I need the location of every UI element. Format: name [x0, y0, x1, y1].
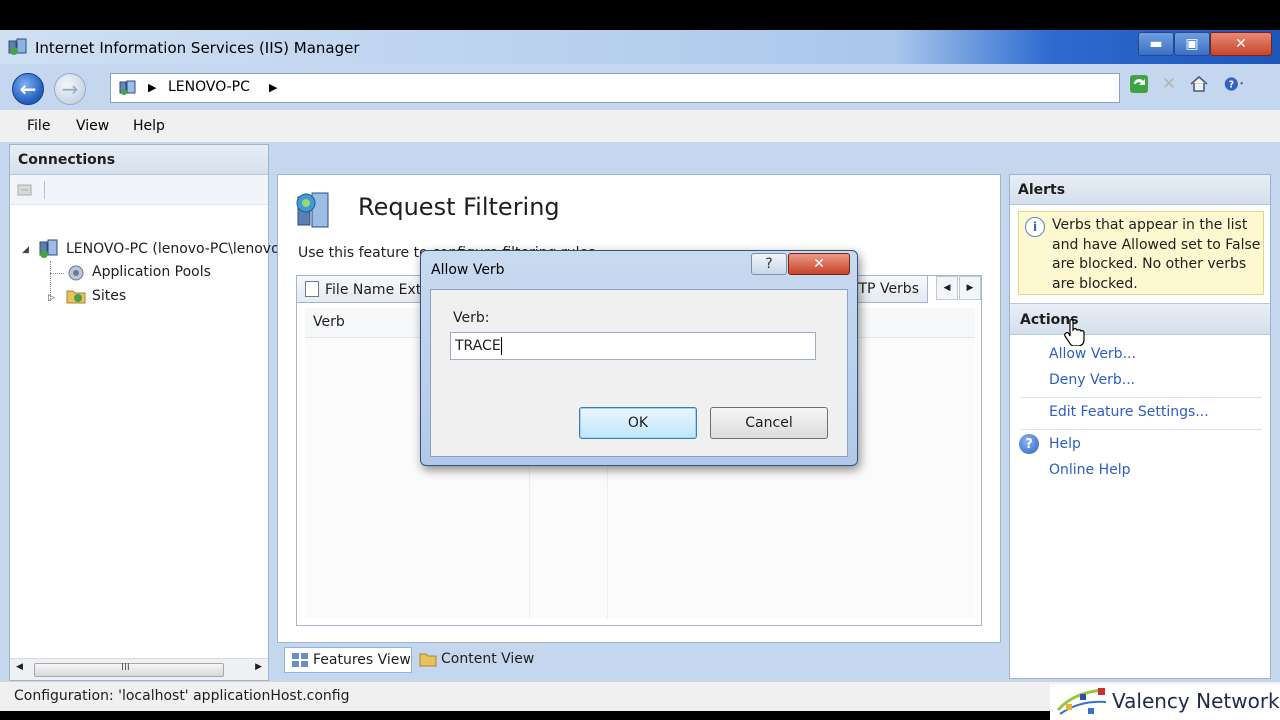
- horizontal-scrollbar[interactable]: ◀ III ▶: [10, 658, 268, 680]
- actions-separator: [1020, 429, 1262, 430]
- ok-button[interactable]: OK: [579, 407, 697, 439]
- verb-input[interactable]: [450, 332, 816, 360]
- back-button[interactable]: ←: [12, 73, 44, 105]
- help-dropdown-icon[interactable]: ?: [1224, 73, 1246, 95]
- tree-item-sites[interactable]: Sites: [92, 288, 126, 304]
- menu-bar: File View Help: [0, 110, 1280, 142]
- close-window-button[interactable]: ✕: [1210, 32, 1272, 56]
- help-icon: ?: [1019, 434, 1039, 454]
- info-icon: i: [1025, 217, 1045, 237]
- text-caret: [501, 337, 502, 355]
- server-icon: [119, 80, 136, 95]
- alerts-title: Alerts: [1010, 175, 1270, 205]
- edit-feature-settings-link[interactable]: Edit Feature Settings...: [1049, 404, 1209, 420]
- iis-app-icon: [8, 38, 27, 55]
- tree-item-server[interactable]: LENOVO-PC (lenovo-PC\lenovo): [66, 241, 285, 257]
- screen: Internet Information Services (IIS) Mana…: [0, 0, 1280, 720]
- tree-line: [50, 273, 64, 274]
- arrow-left-icon: ←: [19, 77, 37, 101]
- tab-scroll-left-icon[interactable]: ◀: [936, 276, 958, 300]
- alert-message: Verbs that appear in the list and have A…: [1052, 217, 1261, 292]
- toolbar-separator: [44, 181, 45, 199]
- dialog-body: Verb: OK Cancel: [430, 289, 848, 457]
- cancel-button[interactable]: Cancel: [710, 407, 828, 439]
- content-view-icon: [419, 653, 437, 667]
- sites-folder-icon: [66, 290, 86, 304]
- help-link[interactable]: Help: [1049, 436, 1081, 452]
- watermark-logo: Valency Networks: [1050, 684, 1280, 720]
- status-text: Configuration: 'localhost' applicationHo…: [14, 688, 350, 704]
- title-bar[interactable]: Internet Information Services (IIS) Mana…: [0, 30, 1280, 64]
- arrow-right-icon: →: [61, 77, 79, 101]
- actions-panel: Alerts i Verbs that appear in the list a…: [1009, 174, 1271, 679]
- application-pools-icon: [68, 265, 84, 281]
- valency-networks-logo: [1056, 688, 1107, 715]
- home-icon[interactable]: [1188, 73, 1210, 95]
- connections-panel: Connections ◢ LENOVO-PC (lenovo-PC\lenov…: [9, 144, 285, 681]
- menu-file[interactable]: File: [27, 118, 50, 134]
- dialog-title: Allow Verb: [431, 262, 505, 278]
- actions-separator: [1020, 397, 1262, 398]
- view-switcher: Features View Content View: [277, 644, 1001, 678]
- stop-icon[interactable]: ✕: [1158, 73, 1180, 95]
- address-bar[interactable]: ▶ LENOVO-PC ▶: [110, 73, 1120, 103]
- verb-label: Verb:: [453, 310, 490, 326]
- file-icon: [305, 281, 319, 297]
- hand-cursor-icon: [1064, 319, 1085, 346]
- column-header-verb[interactable]: Verb: [313, 314, 345, 330]
- iis-manager-window: Internet Information Services (IIS) Mana…: [0, 30, 1280, 711]
- refresh-icon[interactable]: [1128, 73, 1150, 95]
- scrollbar-thumb[interactable]: III: [34, 662, 224, 677]
- breadcrumb-server[interactable]: LENOVO-PC: [168, 79, 250, 95]
- dialog-help-button[interactable]: ?: [751, 253, 787, 275]
- breadcrumb-arrow-icon[interactable]: ▶: [269, 81, 277, 94]
- dialog-close-button[interactable]: ✕: [788, 253, 850, 275]
- online-help-link[interactable]: Online Help: [1049, 462, 1131, 478]
- window-title: Internet Information Services (IIS) Mana…: [35, 39, 360, 57]
- deny-verb-link[interactable]: Deny Verb...: [1049, 372, 1135, 388]
- alert-box: i Verbs that appear in the list and have…: [1018, 211, 1264, 295]
- scroll-right-icon[interactable]: ▶: [255, 662, 262, 672]
- allow-verb-link[interactable]: Allow Verb...: [1049, 346, 1136, 362]
- tree-item-application-pools[interactable]: Application Pools: [92, 264, 211, 280]
- content-view-button[interactable]: Content View: [413, 647, 543, 673]
- view-label: Content View: [441, 651, 535, 667]
- actions-title: Actions: [1010, 303, 1270, 335]
- connections-title: Connections: [10, 145, 268, 175]
- server-icon: [39, 239, 58, 258]
- forward-button[interactable]: →: [54, 73, 86, 105]
- navigation-bar: ← → ▶ LENOVO-PC ▶: [0, 64, 1280, 110]
- features-view-button[interactable]: Features View: [284, 647, 412, 673]
- expand-icon[interactable]: ▷: [48, 293, 55, 303]
- breadcrumb-arrow-icon[interactable]: ▶: [148, 81, 156, 94]
- view-label: Features View: [313, 652, 411, 668]
- allow-verb-dialog: Allow Verb ? ✕ Verb: OK Cancel: [420, 250, 858, 466]
- scrollbar-grip: III: [121, 662, 130, 673]
- request-filtering-icon: [296, 192, 329, 228]
- minimize-button[interactable]: ▬: [1138, 32, 1174, 56]
- connect-icon[interactable]: [16, 181, 34, 199]
- tab-scroll-right-icon[interactable]: ▶: [959, 276, 981, 300]
- menu-view[interactable]: View: [76, 118, 109, 134]
- connections-toolbar: [10, 175, 268, 205]
- scroll-left-icon[interactable]: ◀: [16, 662, 23, 672]
- maximize-button[interactable]: ▣: [1174, 32, 1210, 56]
- svg-text:?: ?: [1229, 80, 1235, 91]
- watermark-text: Valency Networks: [1112, 689, 1280, 713]
- page-title: Request Filtering: [358, 193, 560, 221]
- menu-help[interactable]: Help: [133, 118, 165, 134]
- features-view-icon: [292, 653, 308, 667]
- collapse-icon[interactable]: ◢: [22, 245, 29, 255]
